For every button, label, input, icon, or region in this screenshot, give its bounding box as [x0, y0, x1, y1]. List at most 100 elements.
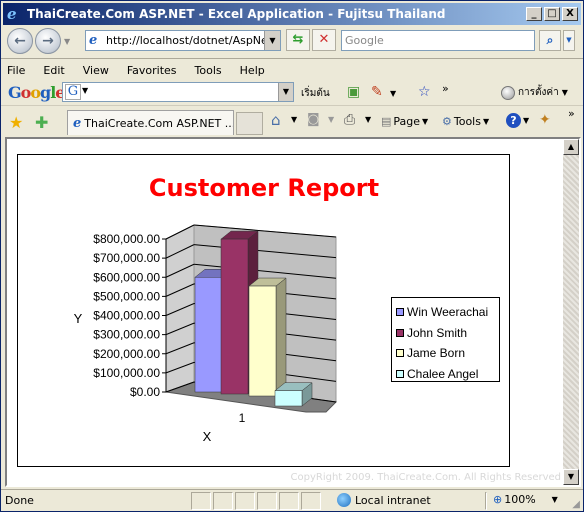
menu-file[interactable]: File — [7, 64, 25, 77]
url-text[interactable]: http://localhost/dotnet/AspNetE — [102, 34, 264, 47]
y-tick-label: $0.00 — [130, 385, 160, 399]
zoom-dropdown-icon: ▼ — [551, 495, 558, 504]
image-icon[interactable]: ▣ — [347, 84, 360, 100]
address-field[interactable]: e http://localhost/dotnet/AspNetE ▼ — [85, 30, 281, 51]
menu-favorites[interactable]: Favorites — [127, 64, 177, 77]
bookmark-dropdown-icon[interactable]: ▼ — [390, 89, 396, 98]
y-axis-ticks: $0.00 $100,000.00 $200,000.00 $300,000.00 $4… — [93, 232, 167, 399]
page-content: Customer Report $0.00 $100,000.00 $200,000… — [5, 137, 581, 487]
tools-menu-label: Tools — [453, 115, 481, 128]
google-g-icon: G — [65, 84, 81, 100]
toolbar-chevron-icon[interactable]: » — [568, 107, 575, 120]
y-tick-label: $600,000.00 — [93, 270, 160, 284]
google-engine-dropdown-icon[interactable]: ▼ — [82, 86, 88, 95]
address-dropdown-icon[interactable]: ▼ — [264, 31, 280, 50]
google-home-button[interactable]: เริ่มต้น — [301, 86, 330, 101]
status-cell — [235, 492, 255, 510]
status-cell — [257, 492, 277, 510]
status-cell — [191, 492, 211, 510]
legend-item: John Smith — [396, 323, 499, 344]
address-toolbar: ← → ▼ e http://localhost/dotnet/AspNetE … — [1, 25, 583, 59]
bar-jame-born — [248, 285, 277, 397]
refresh-button[interactable]: ⇆ — [286, 29, 310, 51]
home-dropdown-icon[interactable]: ▼ — [291, 115, 297, 124]
menu-view[interactable]: View — [83, 64, 109, 77]
new-tab-button[interactable] — [236, 112, 263, 135]
ie-logo-icon: e — [7, 5, 17, 23]
status-cell — [279, 492, 299, 510]
google-search-dropdown-icon[interactable]: ▼ — [278, 83, 293, 101]
bar-chalee-angel — [274, 390, 303, 407]
research-icon[interactable]: ✦ — [539, 112, 551, 128]
tab-bar: ★ ✚ e ThaiCreate.Com ASP.NET ... ⌂ ▼ ◙ ▼… — [1, 107, 583, 137]
google-settings-button[interactable]: การตั้งค่า ▼ — [501, 85, 568, 100]
y-tick-label: $100,000.00 — [93, 366, 160, 380]
settings-radio-icon — [501, 85, 515, 100]
x-tick-label: 1 — [239, 411, 246, 425]
legend-swatch — [396, 308, 404, 317]
vertical-scrollbar[interactable]: ▲ ▼ — [563, 139, 579, 485]
legend-swatch — [396, 349, 404, 358]
search-options-dropdown[interactable]: ▼ — [563, 30, 575, 51]
resize-grip-icon[interactable]: ◢ — [572, 499, 580, 510]
add-favorite-icon[interactable]: ✚ — [35, 113, 48, 132]
page-icon: e — [89, 33, 98, 48]
zoom-control[interactable]: ⊕ 100% ▼ — [493, 493, 558, 506]
search-button[interactable]: ⌕ — [539, 30, 561, 51]
title-bar: e ThaiCreate.Com ASP.NET - Excel Applica… — [3, 3, 581, 25]
favorites-star-icon[interactable]: ★ — [9, 113, 23, 132]
menu-tools[interactable]: Tools — [195, 64, 222, 77]
forward-arrow-icon: → — [42, 33, 54, 49]
bookmark-icon[interactable]: ✎ — [371, 84, 383, 100]
stop-button[interactable]: ✕ — [312, 29, 336, 51]
tab-label: ThaiCreate.Com ASP.NET ... — [84, 116, 234, 130]
menu-edit[interactable]: Edit — [43, 64, 64, 77]
chart-legend: Win Weerachai John Smith Jame Born Chale… — [391, 297, 500, 382]
more-chevron-icon[interactable]: » — [442, 82, 449, 95]
google-logo[interactable]: Google — [8, 83, 65, 102]
page-icon: ▤ — [381, 115, 392, 128]
print-icon[interactable]: ⎙ — [344, 112, 355, 128]
tab-ie-icon: e — [73, 115, 82, 131]
browser-tab[interactable]: e ThaiCreate.Com ASP.NET ... — [67, 110, 234, 135]
menu-bar: File Edit View Favorites Tools Help — [1, 60, 583, 80]
intranet-globe-icon — [337, 493, 351, 507]
print-dropdown-icon[interactable]: ▼ — [365, 115, 371, 124]
menu-help[interactable]: Help — [240, 64, 265, 77]
settings-dropdown-icon: ▼ — [561, 88, 568, 97]
back-button[interactable]: ← — [7, 28, 33, 54]
maximize-button[interactable]: □ — [544, 7, 560, 21]
help-button[interactable]: ? ▼ — [506, 113, 529, 128]
search-input[interactable]: Google — [341, 30, 535, 51]
y-tick-label: $800,000.00 — [93, 232, 160, 246]
status-bar: Done Local intranet ⊕ 100% ▼ ◢ — [1, 489, 583, 511]
arrow-up-icon: ▲ — [567, 142, 575, 151]
feeds-icon[interactable]: ◙ — [307, 112, 320, 127]
security-zone[interactable]: Local intranet — [337, 493, 431, 507]
forward-button[interactable]: → — [35, 28, 61, 54]
minimize-button[interactable]: _ — [526, 7, 542, 21]
y-axis-label: Y — [74, 311, 83, 326]
y-tick-label: $300,000.00 — [93, 328, 160, 342]
scroll-down-button[interactable]: ▼ — [563, 469, 579, 485]
page-menu-button[interactable]: ▤ Page ▼ — [381, 115, 428, 128]
y-tick-label: $700,000.00 — [93, 251, 160, 265]
browser-window: e ThaiCreate.Com ASP.NET - Excel Applica… — [0, 0, 584, 512]
close-button[interactable]: X — [562, 7, 578, 21]
legend-label: John Smith — [407, 325, 468, 340]
tools-menu-button[interactable]: ⚙ Tools ▼ — [442, 115, 489, 128]
scroll-up-button[interactable]: ▲ — [563, 139, 579, 155]
history-dropdown-icon[interactable]: ▼ — [64, 37, 70, 46]
google-search-input[interactable]: G ▼ ▼ — [62, 82, 294, 102]
legend-item: Jame Born — [396, 343, 499, 364]
help-icon: ? — [506, 113, 521, 128]
page-menu-label: Page — [393, 115, 421, 128]
feeds-dropdown-icon[interactable]: ▼ — [328, 115, 334, 124]
star-icon[interactable]: ☆ — [418, 84, 431, 100]
help-dropdown-icon: ▼ — [523, 116, 530, 125]
y-tick-label: $400,000.00 — [93, 309, 160, 323]
home-icon[interactable]: ⌂ — [271, 111, 281, 129]
status-cell — [301, 492, 321, 510]
y-tick-label: $500,000.00 — [93, 289, 160, 303]
status-cell — [213, 492, 233, 510]
